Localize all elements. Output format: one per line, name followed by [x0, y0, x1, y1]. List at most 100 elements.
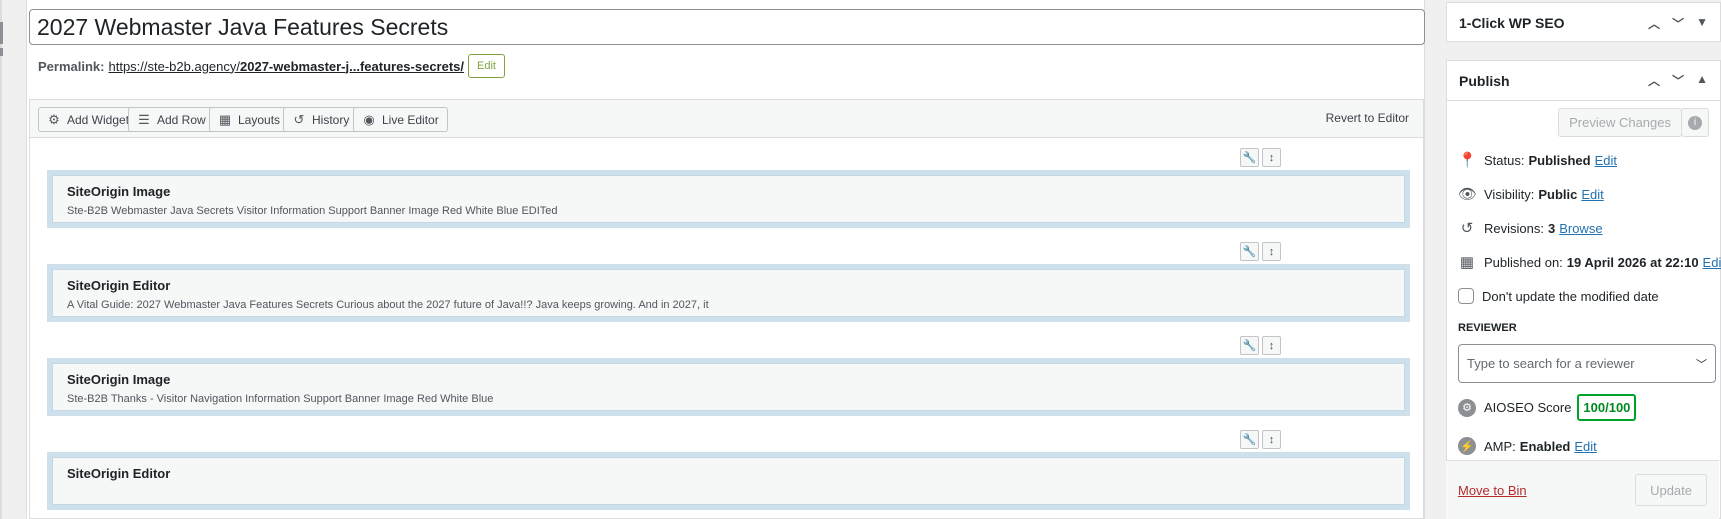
- widget-title: SiteOrigin Editor: [67, 278, 171, 293]
- published-edit-link[interactable]: Edit: [1703, 255, 1721, 270]
- widget-title: SiteOrigin Editor: [67, 466, 171, 481]
- browse-revisions-link[interactable]: Browse: [1559, 221, 1602, 236]
- permalink-row: Permalink: https://ste-b2b.agency/2027-w…: [38, 53, 505, 79]
- permalink-edit-button[interactable]: Edit: [468, 54, 505, 78]
- revisions-row: ↺ Revisions: 3 Browse: [1458, 219, 1603, 237]
- amp-value: Enabled: [1519, 438, 1571, 454]
- widget-card[interactable]: SiteOrigin Image Ste-B2B Webmaster Java …: [52, 175, 1405, 223]
- permalink-base: https://ste-b2b.agency/: [108, 58, 241, 74]
- chevron-down-icon: ﹀: [1696, 358, 1707, 371]
- add-widget-button[interactable]: ⚙ Add Widget: [38, 107, 139, 132]
- chevron-down-icon[interactable]: ﹀: [1672, 72, 1684, 89]
- reviewer-label: REVIEWER: [1458, 322, 1517, 334]
- update-button[interactable]: Update: [1635, 474, 1707, 506]
- status-row: 📍 Status: Published Edit: [1458, 151, 1617, 169]
- aioseo-label: AIOSEO Score: [1484, 400, 1572, 415]
- row-controls: 🔧 ↕: [1240, 336, 1281, 355]
- wrench-icon[interactable]: 🔧: [1240, 430, 1259, 449]
- publish-actions: Move to Bin Update: [1446, 460, 1719, 519]
- aioseo-row: ⚙ AIOSEO Score 100/100: [1458, 394, 1637, 421]
- wrench-icon[interactable]: 🔧: [1240, 242, 1259, 261]
- builder-row: SiteOrigin Editor: [47, 452, 1410, 510]
- caret-down-icon[interactable]: ▼: [1696, 15, 1708, 32]
- eye-icon: ◉: [363, 111, 375, 127]
- preview-changes-button[interactable]: Preview Changes: [1558, 108, 1682, 137]
- caret-up-icon[interactable]: ▲: [1696, 72, 1708, 89]
- visibility-row: 👁 Visibility: Public Edit: [1458, 185, 1604, 203]
- status-label: Status:: [1484, 152, 1525, 168]
- post-editor-main: 2027 Webmaster Java Features Secrets Per…: [26, 0, 1425, 519]
- chevron-down-icon[interactable]: ﹀: [1672, 15, 1684, 32]
- widget-description: Ste-B2B Webmaster Java Secrets Visitor I…: [67, 205, 558, 217]
- widget-card[interactable]: SiteOrigin Editor: [52, 457, 1405, 505]
- layouts-button[interactable]: ▦ Layouts: [209, 107, 290, 132]
- visibility-label: Visibility:: [1484, 186, 1535, 202]
- seo-metabox-title: 1-Click WP SEO: [1459, 15, 1565, 31]
- history-icon: ↺: [1460, 220, 1474, 237]
- widget-description: Ste-B2B Thanks - Visitor Navigation Info…: [67, 393, 494, 405]
- revisions-value: 3: [1547, 220, 1556, 236]
- revisions-label: Revisions:: [1484, 220, 1544, 236]
- metabox-arrows: ︿ ﹀ ▼: [1648, 15, 1708, 32]
- chevron-up-icon[interactable]: ︿: [1648, 15, 1660, 32]
- builder-toolbar: ⚙ Add Widget ☰ Add Row ▦ Layouts ↺ Histo…: [30, 100, 1423, 138]
- visibility-edit-link[interactable]: Edit: [1581, 187, 1603, 202]
- live-editor-label: Live Editor: [382, 112, 439, 127]
- wrench-icon[interactable]: 🔧: [1240, 148, 1259, 167]
- published-value: 19 April 2026 at 22:10: [1566, 254, 1699, 270]
- seo-metabox-header[interactable]: 1-Click WP SEO ︿ ﹀ ▼: [1447, 3, 1720, 43]
- widget-card[interactable]: SiteOrigin Image Ste-B2B Thanks - Visito…: [52, 363, 1405, 411]
- amp-edit-link[interactable]: Edit: [1574, 439, 1596, 454]
- published-on-row: ▦ Published on: 19 April 2026 at 22:10 E…: [1458, 253, 1721, 271]
- reviewer-search-select[interactable]: Type to search for a reviewer ﹀: [1458, 344, 1716, 383]
- chevron-up-icon[interactable]: ︿: [1648, 72, 1660, 89]
- reviewer-placeholder: Type to search for a reviewer: [1467, 356, 1635, 371]
- status-edit-link[interactable]: Edit: [1595, 153, 1617, 168]
- gear-icon: ⚙: [48, 111, 60, 127]
- history-button[interactable]: ↺ History: [283, 107, 359, 132]
- row-controls: 🔧 ↕: [1240, 148, 1281, 167]
- permalink-link[interactable]: https://ste-b2b.agency/2027-webmaster-j.…: [108, 59, 464, 74]
- pin-icon: 📍: [1458, 152, 1477, 169]
- add-row-label: Add Row: [157, 112, 206, 127]
- widget-card[interactable]: SiteOrigin Editor A Vital Guide: 2027 We…: [52, 269, 1405, 317]
- dont-update-label: Don't update the modified date: [1482, 288, 1659, 304]
- post-title-input[interactable]: 2027 Webmaster Java Features Secrets: [29, 9, 1425, 45]
- published-label: Published on:: [1484, 254, 1563, 270]
- preview-help-button[interactable]: i: [1681, 108, 1709, 137]
- amp-row: ⚡ AMP: Enabled Edit: [1458, 437, 1597, 455]
- amp-label: AMP:: [1484, 438, 1516, 454]
- permalink-label: Permalink:: [38, 58, 105, 74]
- move-icon[interactable]: ↕: [1262, 430, 1281, 449]
- widget-description: A Vital Guide: 2027 Webmaster Java Featu…: [67, 299, 709, 311]
- revert-to-editor-link[interactable]: Revert to Editor: [1326, 111, 1409, 125]
- info-icon: i: [1688, 115, 1702, 130]
- dont-update-checkbox[interactable]: [1458, 288, 1474, 304]
- builder-row: SiteOrigin Image Ste-B2B Webmaster Java …: [47, 170, 1410, 228]
- publish-title: Publish: [1459, 72, 1510, 89]
- status-value: Published: [1528, 152, 1591, 168]
- aioseo-score-badge[interactable]: 100/100: [1577, 394, 1637, 421]
- eye-icon: 👁: [1458, 186, 1478, 203]
- publish-metabox-header[interactable]: Publish ︿ ﹀ ▲: [1447, 61, 1720, 101]
- history-icon: ↺: [293, 111, 305, 127]
- admin-menu-indicator-small: [0, 48, 3, 56]
- row-controls: 🔧 ↕: [1240, 430, 1281, 449]
- rows-icon: ☰: [138, 111, 150, 127]
- lightning-icon: ⚡: [1458, 437, 1476, 455]
- live-editor-button[interactable]: ◉ Live Editor: [353, 107, 448, 132]
- move-to-bin-link[interactable]: Move to Bin: [1458, 483, 1527, 498]
- wrench-icon[interactable]: 🔧: [1240, 336, 1259, 355]
- move-icon[interactable]: ↕: [1262, 148, 1281, 167]
- builder-row: SiteOrigin Image Ste-B2B Thanks - Visito…: [47, 358, 1410, 416]
- page-builder-panel: ⚙ Add Widget ☰ Add Row ▦ Layouts ↺ Histo…: [29, 99, 1424, 519]
- add-row-button[interactable]: ☰ Add Row: [128, 107, 215, 132]
- move-icon[interactable]: ↕: [1262, 242, 1281, 261]
- layout-grid-icon: ▦: [218, 111, 232, 127]
- metabox-arrows: ︿ ﹀ ▲: [1648, 72, 1708, 89]
- permalink-slug: 2027-webmaster-j...features-secrets/: [240, 58, 465, 74]
- dont-update-row: Don't update the modified date: [1458, 288, 1659, 304]
- move-icon[interactable]: ↕: [1262, 336, 1281, 355]
- admin-menu-indicator: [0, 22, 3, 44]
- calendar-icon: ▦: [1459, 254, 1475, 271]
